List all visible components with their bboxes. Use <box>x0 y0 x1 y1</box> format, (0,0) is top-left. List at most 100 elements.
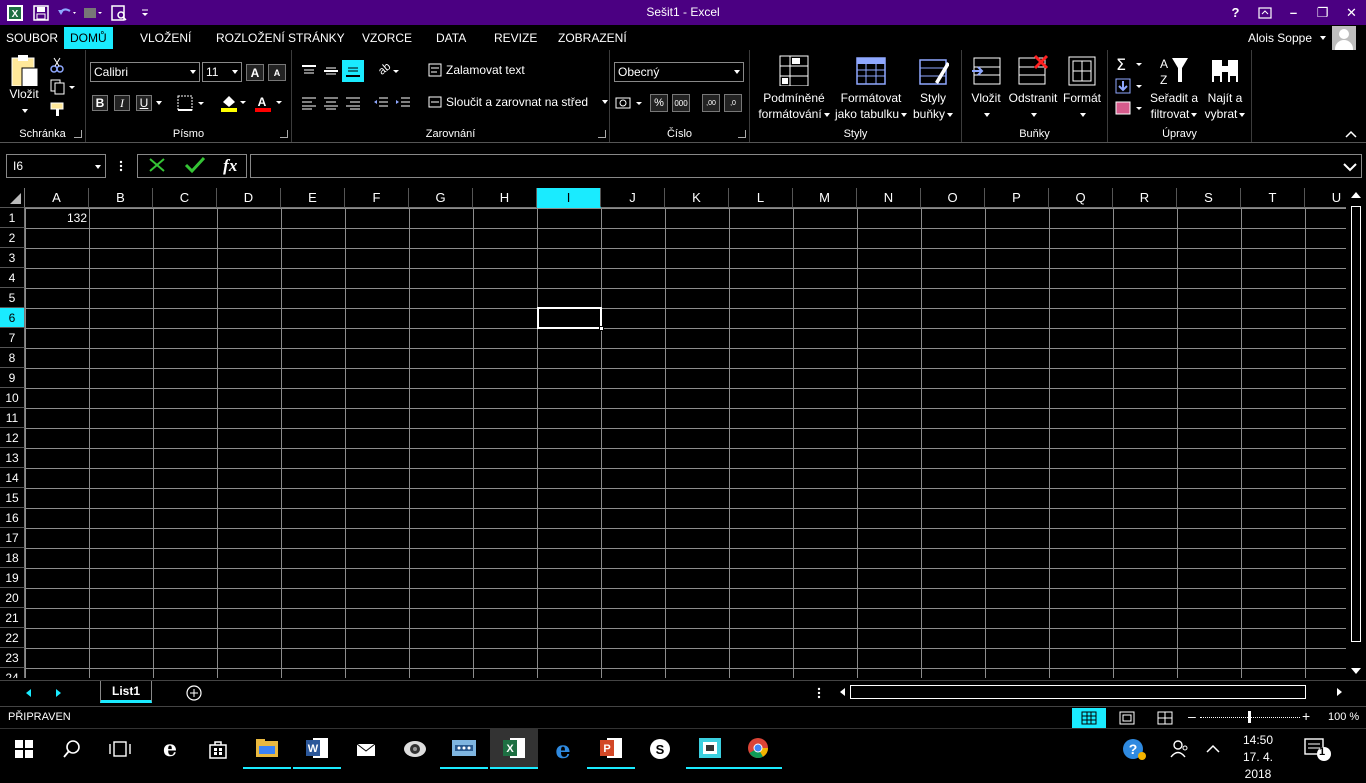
increase-decimal-icon[interactable]: ,00 <box>702 94 720 112</box>
dialog-launcher-icon[interactable] <box>74 130 82 138</box>
taskbar-internet-explorer[interactable]: e <box>539 729 587 769</box>
taskbar-camera-app[interactable] <box>391 729 439 769</box>
row-header-21[interactable]: 21 <box>0 608 25 628</box>
column-header-r[interactable]: R <box>1113 188 1177 208</box>
next-sheet-icon[interactable] <box>56 689 61 697</box>
cut-icon[interactable] <box>48 56 66 74</box>
name-box[interactable]: I6 <box>6 154 106 178</box>
scroll-right-icon[interactable] <box>1337 688 1342 696</box>
close-button[interactable]: ✕ <box>1337 0 1366 25</box>
search-button[interactable] <box>48 729 96 769</box>
insert-cells-button[interactable]: Vložit <box>964 54 1008 122</box>
normal-view-icon[interactable] <box>1072 708 1106 728</box>
taskbar-powerpoint[interactable]: P <box>587 729 635 769</box>
previous-sheet-icon[interactable] <box>26 689 31 697</box>
restore-button[interactable]: ❐ <box>1308 0 1337 25</box>
excel-logo-icon[interactable]: X <box>4 2 26 24</box>
system-clock[interactable]: 14:50 17. 4. 2018 <box>1230 732 1286 783</box>
tab-data[interactable]: DATA <box>430 27 472 49</box>
taskbar-network-app[interactable] <box>440 729 488 769</box>
underline-button[interactable]: U <box>136 95 152 111</box>
chevron-down-icon[interactable] <box>1343 161 1357 175</box>
start-button[interactable] <box>0 729 48 769</box>
borders-button[interactable] <box>176 94 206 112</box>
row-header-2[interactable]: 2 <box>0 228 25 248</box>
select-all-corner[interactable] <box>0 188 25 208</box>
fill-handle[interactable] <box>599 326 604 331</box>
column-header-k[interactable]: K <box>665 188 729 208</box>
column-header-a[interactable]: A <box>25 188 89 208</box>
align-left-icon[interactable] <box>300 94 318 112</box>
taskbar-mail[interactable] <box>342 729 390 769</box>
zoom-in-button[interactable]: + <box>1302 708 1310 724</box>
italic-button[interactable]: I <box>114 95 130 111</box>
delete-cells-button[interactable]: Odstranit <box>1008 54 1058 122</box>
taskbar-edge[interactable]: e <box>146 729 194 769</box>
column-header-o[interactable]: O <box>921 188 985 208</box>
currency-format-icon[interactable] <box>614 94 644 112</box>
align-bottom-icon[interactable] <box>342 60 364 82</box>
avatar[interactable] <box>1332 25 1356 50</box>
page-layout-view-icon[interactable] <box>1110 708 1144 728</box>
new-sheet-icon[interactable] <box>185 684 203 702</box>
column-header-f[interactable]: F <box>345 188 409 208</box>
page-break-view-icon[interactable] <box>1148 708 1182 728</box>
minimize-button[interactable]: – <box>1279 0 1308 25</box>
comma-style-icon[interactable]: 000 <box>672 94 690 112</box>
dialog-launcher-icon[interactable] <box>280 130 288 138</box>
row-header-18[interactable]: 18 <box>0 548 25 568</box>
taskbar-word[interactable]: W <box>293 729 341 769</box>
taskbar-skype[interactable]: S <box>636 729 684 769</box>
enter-check-icon[interactable] <box>184 156 206 177</box>
row-header-4[interactable]: 4 <box>0 268 25 288</box>
number-format-combo[interactable]: Obecný <box>614 62 744 82</box>
tab-review[interactable]: REVIZE <box>488 27 543 49</box>
row-header-11[interactable]: 11 <box>0 408 25 428</box>
ribbon-display-options-icon[interactable] <box>1250 0 1279 25</box>
help-button[interactable]: ? <box>1221 0 1250 25</box>
row-header-1[interactable]: 1 <box>0 208 25 228</box>
column-header-n[interactable]: N <box>857 188 921 208</box>
horizontal-scrollbar[interactable] <box>836 685 1346 700</box>
print-preview-icon[interactable] <box>108 2 130 24</box>
row-header-9[interactable]: 9 <box>0 368 25 388</box>
fill-icon[interactable] <box>1114 76 1144 96</box>
taskbar-reader-app[interactable] <box>686 729 734 769</box>
column-header-t[interactable]: T <box>1241 188 1305 208</box>
formula-bar-resize-handle[interactable] <box>116 158 126 174</box>
percent-style-icon[interactable]: % <box>650 94 668 112</box>
scroll-up-icon[interactable] <box>1351 192 1361 198</box>
formula-input[interactable] <box>250 154 1362 178</box>
font-name-combo[interactable]: Calibri <box>90 62 200 82</box>
undo-icon[interactable] <box>56 2 78 24</box>
active-cell[interactable] <box>537 307 604 331</box>
row-header-13[interactable]: 13 <box>0 448 25 468</box>
column-header-g[interactable]: G <box>409 188 473 208</box>
cell-a1[interactable]: 132 <box>26 209 87 228</box>
row-header-12[interactable]: 12 <box>0 428 25 448</box>
shrink-font-button[interactable]: A <box>268 64 286 81</box>
taskbar-store[interactable] <box>194 729 242 769</box>
zoom-level[interactable]: 100 % <box>1328 711 1359 723</box>
task-view-button[interactable] <box>96 729 144 769</box>
clear-icon[interactable] <box>1114 98 1144 118</box>
taskbar-chrome[interactable] <box>734 729 782 769</box>
customize-qat-icon[interactable] <box>134 2 156 24</box>
insert-function-icon[interactable]: fx <box>223 156 237 176</box>
tab-insert[interactable]: VLOŽENÍ <box>134 27 197 49</box>
column-header-e[interactable]: E <box>281 188 345 208</box>
redo-icon[interactable] <box>82 2 104 24</box>
column-header-c[interactable]: C <box>153 188 217 208</box>
row-header-5[interactable]: 5 <box>0 288 25 308</box>
paste-button[interactable]: Vložit <box>4 54 44 118</box>
find-select-button[interactable]: Najít a vybrat <box>1200 54 1250 122</box>
decrease-decimal-icon[interactable]: ,0 <box>724 94 742 112</box>
decrease-indent-icon[interactable] <box>372 94 390 112</box>
tab-formulas[interactable]: VZORCE <box>356 27 418 49</box>
grow-font-button[interactable]: A <box>246 64 264 81</box>
row-header-6[interactable]: 6 <box>0 308 25 328</box>
align-middle-icon[interactable] <box>322 62 340 80</box>
row-header-19[interactable]: 19 <box>0 568 25 588</box>
horizontal-scroll-thumb[interactable] <box>850 685 1306 699</box>
align-right-icon[interactable] <box>344 94 362 112</box>
